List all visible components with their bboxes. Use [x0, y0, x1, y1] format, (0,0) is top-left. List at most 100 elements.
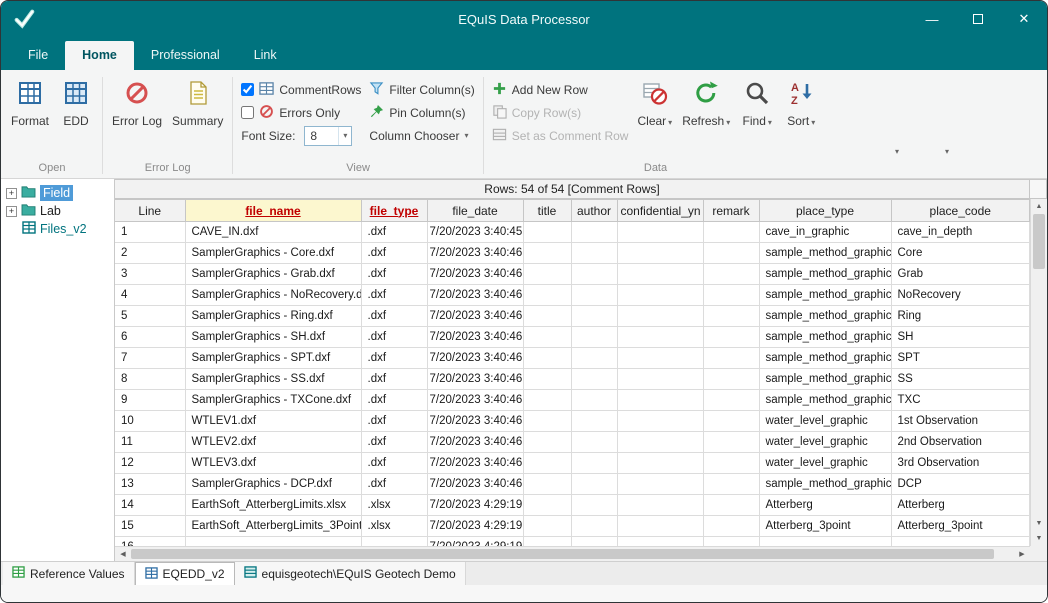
errors-only-option[interactable]: Errors Only [241, 101, 361, 124]
cell-place_type[interactable]: Atterberg [759, 495, 891, 516]
cell-file_name[interactable]: SamplerGraphics - TXCone.dxf [185, 390, 361, 411]
tab-file[interactable]: File [11, 41, 65, 70]
cell-confidential_yn[interactable] [617, 432, 703, 453]
cell-confidential_yn[interactable] [617, 369, 703, 390]
filter-columns-button[interactable]: Filter Column(s) [369, 78, 474, 101]
cell-file_date[interactable]: 7/20/2023 3:40:46 [427, 243, 523, 264]
cell-Line[interactable]: 5 [115, 306, 185, 327]
cell-place_type[interactable]: water_level_graphic [759, 411, 891, 432]
grid-row[interactable]: 1CAVE_IN.dxf.dxf7/20/2023 3:40:45cave_in… [115, 222, 1030, 243]
close-button[interactable]: ✕ [1001, 1, 1047, 37]
cell-remark[interactable] [703, 222, 759, 243]
tab-link[interactable]: Link [237, 41, 294, 70]
cell-title[interactable] [523, 537, 571, 547]
cell-file_name[interactable]: WTLEV3.dxf [185, 453, 361, 474]
cell-file_name[interactable]: EarthSoft_AtterbergLimits_3Point.xl [185, 516, 361, 537]
tree-item-lab[interactable]: + Lab [1, 202, 114, 220]
horizontal-scrollbar[interactable]: ◀ ▶ [115, 546, 1030, 561]
cell-place_type[interactable]: sample_method_graphic [759, 327, 891, 348]
cell-place_type[interactable]: cave_in_graphic [759, 222, 891, 243]
cell-author[interactable] [571, 222, 617, 243]
cell-title[interactable] [523, 495, 571, 516]
maximize-button[interactable] [955, 1, 1001, 37]
tab-professional[interactable]: Professional [134, 41, 237, 70]
column-header-remark[interactable]: remark [703, 200, 759, 222]
cell-author[interactable] [571, 390, 617, 411]
cell-file_date[interactable]: 7/20/2023 3:40:46 [427, 285, 523, 306]
vertical-scroll-thumb[interactable] [1033, 214, 1045, 269]
ribbon-dropdown-button[interactable]: ▾ [887, 143, 907, 160]
edd-button[interactable]: EDD [54, 77, 98, 131]
cell-file_name[interactable]: SamplerGraphics - Core.dxf [185, 243, 361, 264]
cell-file_type[interactable]: .dxf [361, 348, 427, 369]
cell-file_type[interactable]: .dxf [361, 243, 427, 264]
grid-row[interactable]: 4SamplerGraphics - NoRecovery.dxf.dxf7/2… [115, 285, 1030, 306]
cell-file_type[interactable]: .dxf [361, 222, 427, 243]
cell-place_type[interactable]: sample_method_graphic [759, 243, 891, 264]
cell-title[interactable] [523, 453, 571, 474]
cell-place_code[interactable]: NoRecovery [891, 285, 1030, 306]
cell-author[interactable] [571, 495, 617, 516]
cell-place_code[interactable]: Atterberg_3point [891, 516, 1030, 537]
cell-confidential_yn[interactable] [617, 348, 703, 369]
cell-file_name[interactable]: SamplerGraphics - SH.dxf [185, 327, 361, 348]
cell-place_type[interactable]: water_level_graphic [759, 432, 891, 453]
copy-rows-button[interactable]: Copy Row(s) [492, 101, 629, 124]
cell-place_type[interactable]: sample_method_graphic [759, 285, 891, 306]
cell-remark[interactable] [703, 348, 759, 369]
cell-Line[interactable]: 2 [115, 243, 185, 264]
cell-place_code[interactable]: Ring [891, 306, 1030, 327]
cell-place_code[interactable]: DCP [891, 474, 1030, 495]
cell-Line[interactable]: 12 [115, 453, 185, 474]
cell-author[interactable] [571, 264, 617, 285]
sort-button[interactable]: A Z Sort▾ [779, 77, 823, 132]
pin-columns-button[interactable]: Pin Column(s) [369, 101, 474, 124]
cell-place_code[interactable]: Atterberg [891, 495, 1030, 516]
cell-file_date[interactable]: 7/20/2023 3:40:46 [427, 474, 523, 495]
column-header-file-type[interactable]: file_type [361, 200, 427, 222]
cell-file_date[interactable]: 7/20/2023 3:40:46 [427, 369, 523, 390]
scroll-page-down-icon[interactable]: ▼ [1031, 531, 1047, 546]
cell-title[interactable] [523, 348, 571, 369]
cell-file_name[interactable]: SamplerGraphics - SS.dxf [185, 369, 361, 390]
add-new-row-button[interactable]: Add New Row [492, 78, 629, 101]
cell-Line[interactable]: 7 [115, 348, 185, 369]
cell-title[interactable] [523, 411, 571, 432]
cell-Line[interactable]: 6 [115, 327, 185, 348]
cell-remark[interactable] [703, 264, 759, 285]
cell-confidential_yn[interactable] [617, 285, 703, 306]
error-log-button[interactable]: Error Log [107, 77, 167, 131]
tab-eqedd-v2[interactable]: EQEDD_v2 [135, 562, 235, 585]
cell-place_type[interactable]: sample_method_graphic [759, 369, 891, 390]
cell-file_date[interactable]: 7/20/2023 3:40:46 [427, 432, 523, 453]
scroll-right-icon[interactable]: ▶ [1014, 547, 1030, 561]
scroll-left-icon[interactable]: ◀ [115, 547, 131, 561]
cell-confidential_yn[interactable] [617, 453, 703, 474]
cell-file_type[interactable]: .dxf [361, 285, 427, 306]
cell-file_type[interactable]: .dxf [361, 432, 427, 453]
cell-confidential_yn[interactable] [617, 516, 703, 537]
tab-home[interactable]: Home [65, 41, 134, 70]
cell-title[interactable] [523, 432, 571, 453]
horizontal-scroll-track[interactable] [994, 547, 1014, 561]
cell-confidential_yn[interactable] [617, 411, 703, 432]
cell-remark[interactable] [703, 537, 759, 547]
cell-author[interactable] [571, 327, 617, 348]
column-header-place-code[interactable]: place_code [891, 200, 1030, 222]
cell-author[interactable] [571, 348, 617, 369]
cell-file_type[interactable]: .dxf [361, 411, 427, 432]
cell-title[interactable] [523, 327, 571, 348]
cell-place_code[interactable] [891, 537, 1030, 547]
cell-remark[interactable] [703, 369, 759, 390]
cell-file_type[interactable] [361, 537, 427, 547]
cell-file_date[interactable]: 7/20/2023 3:40:46 [427, 453, 523, 474]
cell-author[interactable] [571, 306, 617, 327]
cell-confidential_yn[interactable] [617, 390, 703, 411]
cell-title[interactable] [523, 243, 571, 264]
cell-file_name[interactable]: SamplerGraphics - DCP.dxf [185, 474, 361, 495]
cell-author[interactable] [571, 411, 617, 432]
grid-row[interactable]: 167/20/2023 4:29:19 [115, 537, 1030, 547]
cell-confidential_yn[interactable] [617, 537, 703, 547]
cell-remark[interactable] [703, 285, 759, 306]
grid-row[interactable]: 5SamplerGraphics - Ring.dxf.dxf7/20/2023… [115, 306, 1030, 327]
